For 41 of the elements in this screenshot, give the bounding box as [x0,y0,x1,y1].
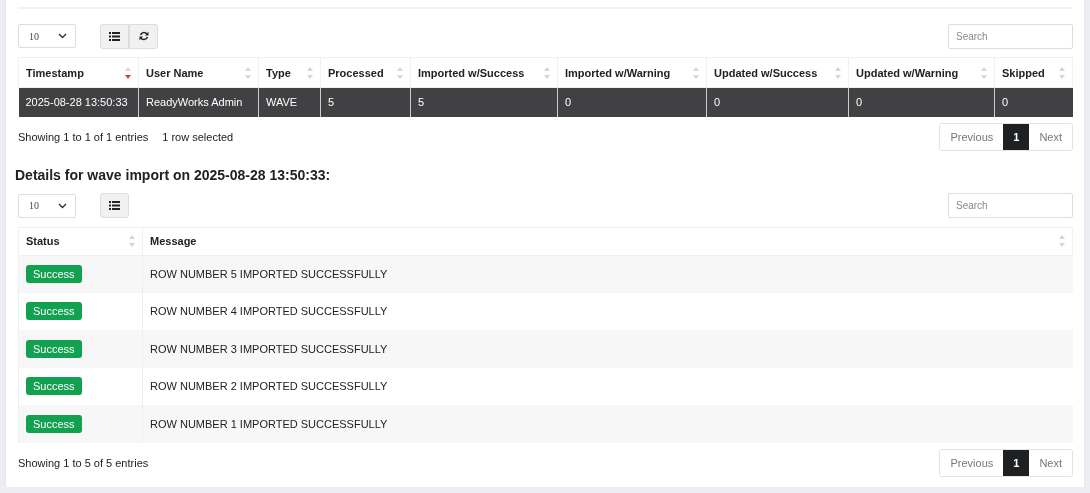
chevron-icon [58,33,67,39]
section-title: Details for wave import on 2025-08-28 13:50:33: [15,166,332,183]
refresh-icon [138,31,149,41]
column-header[interactable]: Status [26,235,60,247]
selection-info: 1 row selected [162,130,234,143]
table-cell: ROW NUMBER 1 IMPORTED SUCCESSFULLY [150,417,388,430]
table-row[interactable]: 2025-08-28 13:50:33 ReadyWorks Admin WAVE 5 5 0 0 0 0 [18,87,1073,117]
table-cell: ReadyWorks Admin [146,96,243,109]
status-badge: Success [26,302,82,321]
search-field[interactable]: Search [948,23,1073,49]
status-badge: Success [26,339,82,358]
table-cell: 0 [856,96,863,109]
list-button[interactable] [100,193,129,218]
page-button[interactable]: 1 [1003,449,1030,476]
status-badge: Success [26,265,82,283]
column-header[interactable]: Type [266,66,291,79]
table-cell: 5 [328,96,335,109]
search-field[interactable]: Search [948,193,1073,218]
table-cell: ROW NUMBER 2 IMPORTED SUCCESSFULLY [150,380,388,393]
status-badge: Success [26,377,82,396]
chevron-icon [58,202,67,209]
column-header[interactable]: Message [150,235,197,247]
table-cell: ROW NUMBER 3 IMPORTED SUCCESSFULLY [150,342,388,355]
list-icon [109,201,120,210]
table-cell: 2025-08-28 13:50:33 [25,96,128,109]
table-cell: ROW NUMBER 5 IMPORTED SUCCESSFULLY [150,268,388,280]
page-length-select[interactable]: 10 [18,24,76,48]
page-button[interactable]: 1 [1003,123,1030,150]
table-cell: ROW NUMBER 4 IMPORTED SUCCESSFULLY [150,305,388,318]
table-info: Showing 1 to 1 of 1 entries [18,130,149,143]
table-cell: 5 [418,96,425,109]
list-icon [109,31,120,41]
list-button[interactable] [100,23,129,49]
table-cell: 0 [1002,96,1009,109]
refresh-button[interactable] [129,23,158,49]
page-length-select[interactable]: 10 [18,193,76,218]
table-cell: WAVE [266,96,298,109]
table-info: Showing 1 to 5 of 5 entries [18,456,149,469]
status-badge: Success [26,414,82,433]
table-cell: 0 [714,96,721,109]
table-cell: 0 [565,96,572,109]
